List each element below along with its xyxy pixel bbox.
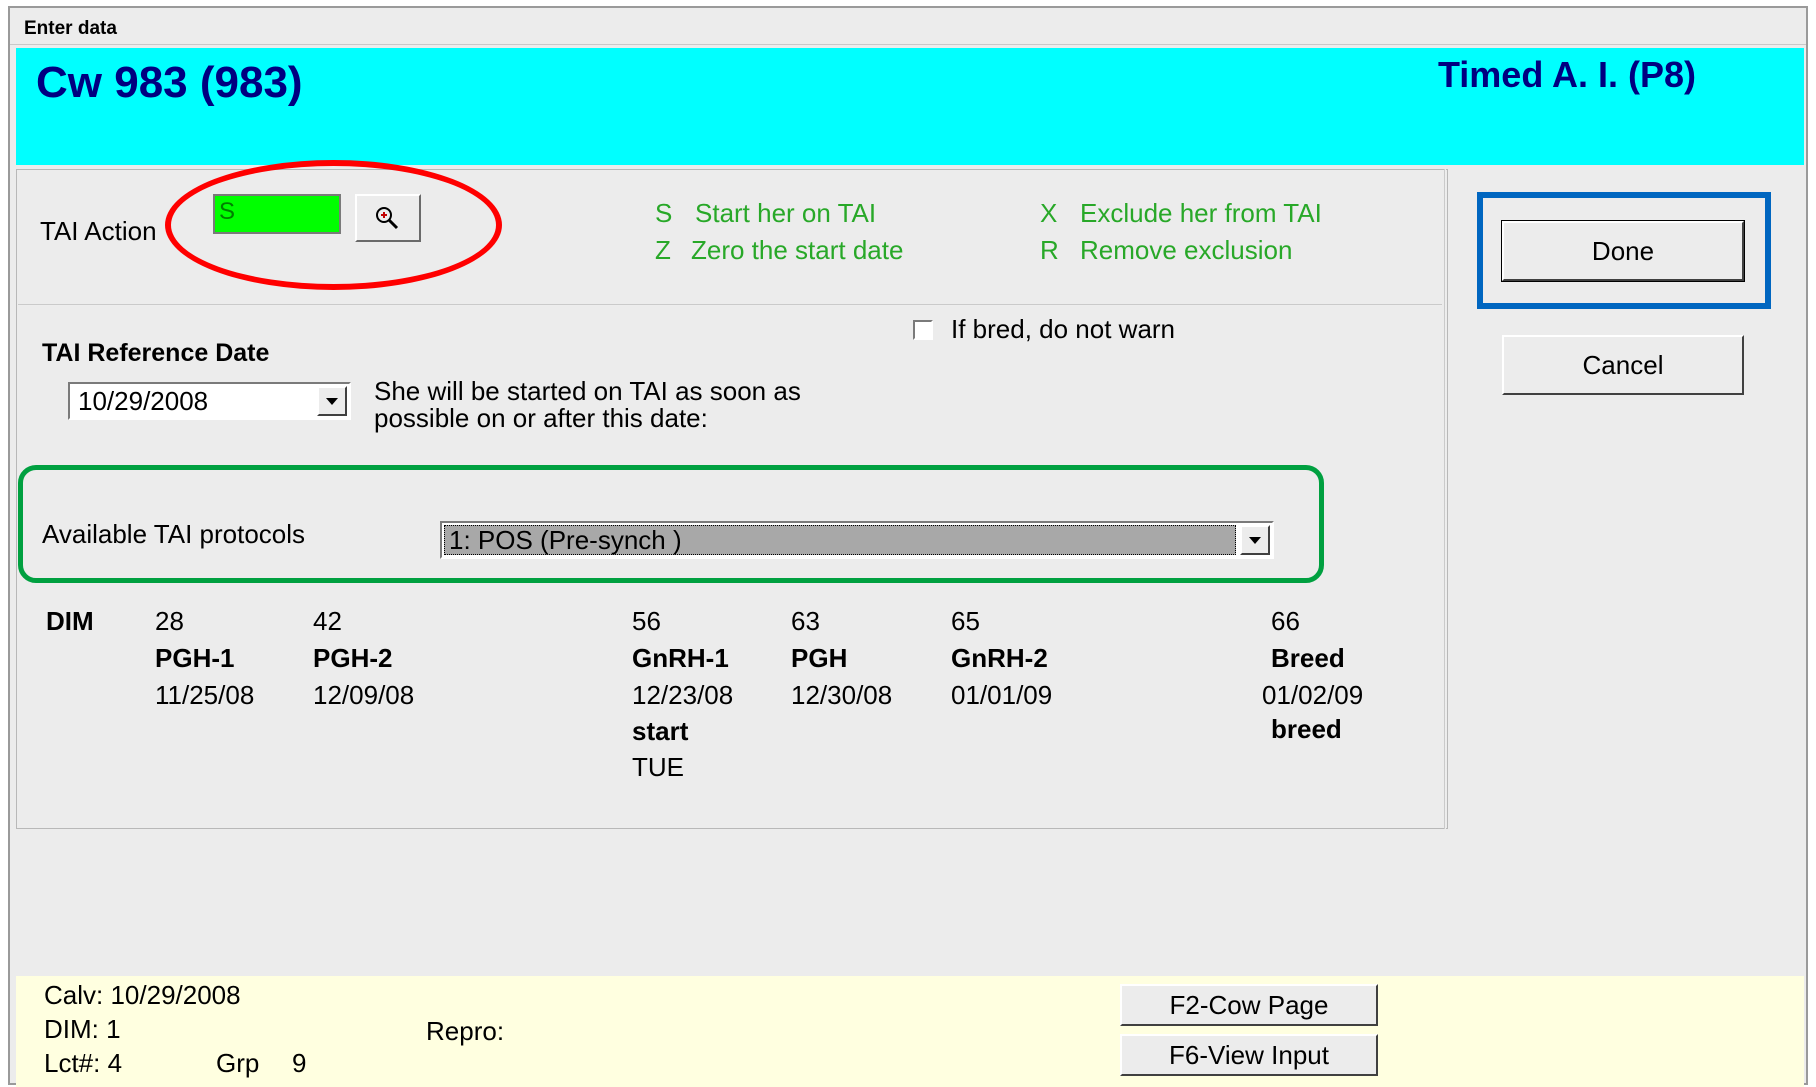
dim-header: DIM [46,606,94,636]
chevron-down-icon[interactable] [1240,525,1270,555]
step-date: 11/25/08 [155,680,255,710]
code-x: X [1040,198,1058,228]
code-s-text: Start her on TAI [695,198,877,228]
lct-info: Lct#: 4 [44,1048,123,1078]
step-dim: 28 [155,606,184,636]
step-day: TUE [632,752,684,782]
code-z: Z [655,235,671,265]
code-s: S [655,198,673,228]
step-date: 12/30/08 [791,680,893,710]
step-dim: 63 [791,606,820,636]
step-note: start [632,716,689,746]
step-event: PGH-1 [155,643,235,673]
step-dim: 42 [313,606,342,636]
code-r: R [1040,235,1059,265]
view-input-button[interactable]: F6-View Input [1120,1034,1378,1076]
reference-date-select[interactable]: 10/29/2008 [68,382,351,420]
step-date: 01/01/09 [951,680,1053,710]
done-button[interactable]: Done [1501,220,1745,282]
step-date: 12/09/08 [313,680,415,710]
no-warn-checkbox[interactable] [913,320,933,340]
step-dim: 56 [632,606,661,636]
step-event: PGH-2 [313,643,393,673]
step-event: GnRH-1 [632,643,729,673]
calv-info: Calv: 10/29/2008 [44,980,241,1010]
title-bar: Enter data [10,8,1806,45]
zoom-in-icon [376,207,399,230]
cow-page-button[interactable]: F2-Cow Page [1120,984,1378,1026]
code-x-text: Exclude her from TAI [1080,198,1322,228]
step-dim: 65 [951,606,980,636]
step-event: GnRH-2 [951,643,1048,673]
step-date: 12/23/08 [632,680,734,710]
code-r-text: Remove exclusion [1080,235,1293,265]
step-event: Breed [1271,643,1345,673]
step-dim: 66 [1271,606,1300,636]
tai-action-label: TAI Action [40,216,157,246]
footer-panel: Calv: 10/29/2008 DIM: 1 Lct#: 4 Grp 9 Re… [16,976,1804,1087]
lookup-button[interactable] [355,194,421,242]
cow-title: Cw 983 (983) [36,58,303,107]
status-area [16,833,1804,976]
protocol-selected: 1: POS (Pre-synch ) [444,525,1236,555]
step-date: 01/02/09 [1262,680,1364,710]
reference-note-line2: possible on or after this date: [374,403,708,433]
no-warn-label: If bred, do not warn [951,314,1176,344]
protocols-label: Available TAI protocols [42,519,306,549]
step-event: PGH [791,643,848,673]
window-title: Enter data [24,18,117,39]
reference-date-heading: TAI Reference Date [42,339,270,367]
grp-value: 9 [292,1048,307,1078]
divider [18,304,1442,306]
event-title: Timed A. I. (P8) [1437,54,1696,95]
step-note: breed [1271,714,1342,744]
repro-label: Repro: [426,1016,505,1046]
chevron-down-icon[interactable] [317,386,347,416]
grp-label: Grp [216,1048,260,1078]
dim-info: DIM: 1 [44,1014,121,1044]
tai-action-input[interactable]: S [213,194,341,234]
cancel-button[interactable]: Cancel [1502,335,1744,395]
code-z-text: Zero the start date [691,235,904,265]
protocol-select[interactable]: 1: POS (Pre-synch ) [440,521,1274,559]
reference-date-value: 10/29/2008 [78,386,209,416]
main-panel [16,169,1448,829]
divider [1444,169,1446,829]
header-banner: Cw 983 (983) Timed A. I. (P8) [16,48,1804,165]
